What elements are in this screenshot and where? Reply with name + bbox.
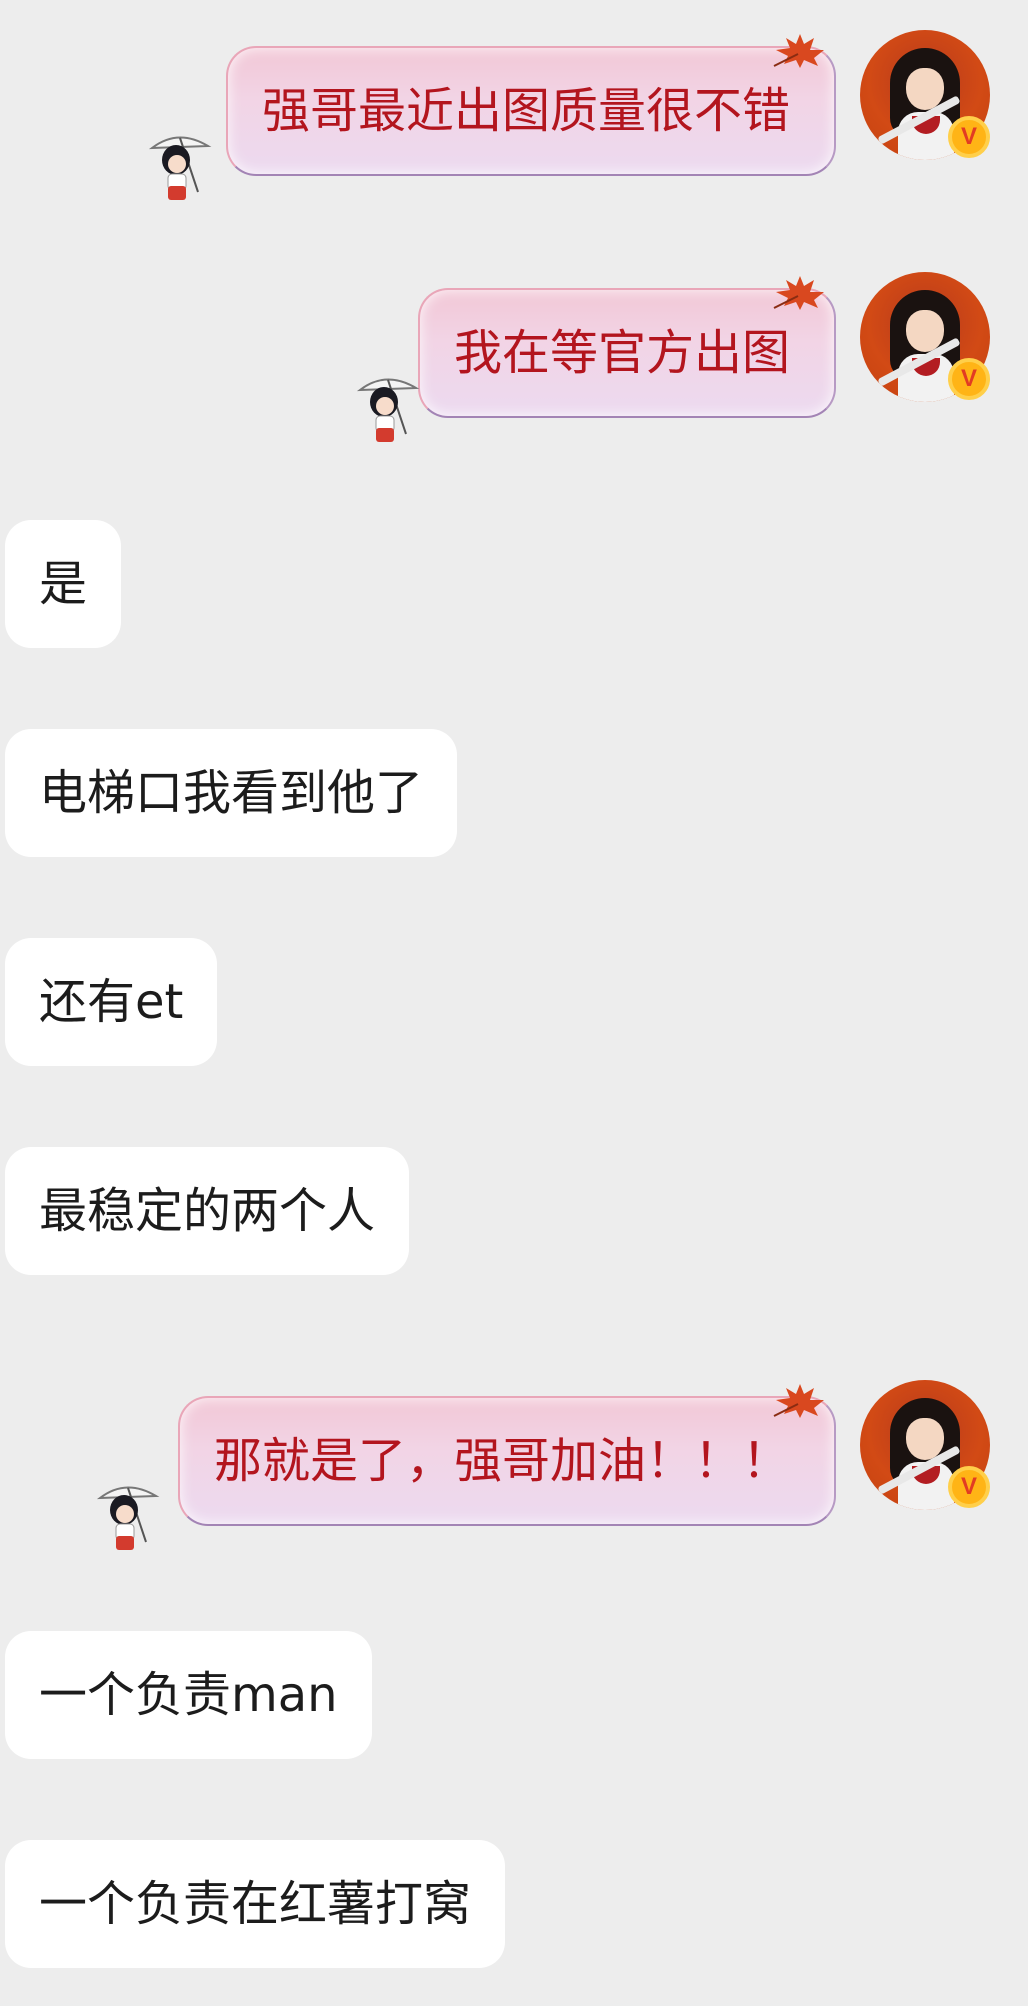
message-row-outgoing: V 强哥最近出图质量很不错 [0, 30, 1028, 200]
message-bubble-incoming[interactable]: 是 [5, 520, 122, 648]
message-bubble-incoming[interactable]: 还有et [5, 938, 218, 1066]
message-bubble-incoming[interactable]: 一个负责man [5, 1631, 372, 1759]
message-row-outgoing: V 那就是了，强哥加油！！！ [0, 1380, 1028, 1550]
maple-leaf-icon [773, 1384, 824, 1418]
chat-message-list: V 强哥最近出图质量很不错 V 我在等官方出图 是 电梯口我看到他了 还有et … [0, 0, 1028, 2006]
message-bubble-incoming[interactable]: 最稳定的两个人 [5, 1147, 410, 1275]
message-row-incoming: 最稳定的两个人 [0, 1147, 1028, 1277]
vip-badge: V [948, 1466, 990, 1508]
chibi-girl-icon [356, 378, 420, 442]
message-bubble-incoming[interactable]: 一个负责在红薯打窝 [5, 1840, 506, 1968]
message-bubble-outgoing[interactable]: 那就是了，强哥加油！！！ [177, 1396, 836, 1526]
message-row-incoming: 一个负责在红薯打窝 [0, 1840, 1028, 1970]
message-row-outgoing: V 我在等官方出图 [0, 272, 1028, 442]
message-bubble-outgoing[interactable]: 强哥最近出图质量很不错 [225, 46, 836, 176]
maple-leaf-icon [773, 276, 824, 310]
vip-badge: V [948, 116, 990, 158]
chibi-girl-icon [96, 1486, 160, 1550]
message-row-incoming: 一个负责man [0, 1631, 1028, 1761]
chibi-girl-icon [148, 136, 212, 200]
message-row-incoming: 电梯口我看到他了 [0, 729, 1028, 859]
message-row-incoming: 还有et [0, 938, 1028, 1068]
message-row-incoming: 是 [0, 520, 1028, 650]
vip-badge: V [948, 358, 990, 400]
message-bubble-incoming[interactable]: 电梯口我看到他了 [5, 729, 458, 857]
maple-leaf-icon [773, 34, 824, 68]
